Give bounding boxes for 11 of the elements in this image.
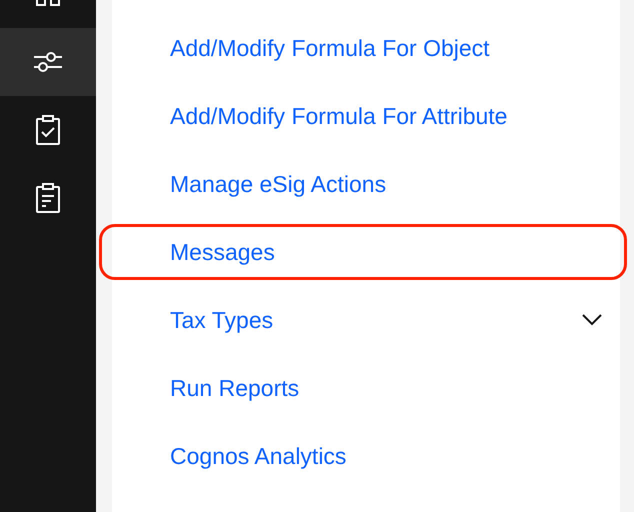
clipboard-icon	[35, 183, 61, 213]
menu-link[interactable]: Messages	[112, 218, 620, 286]
clipboard-check-icon	[35, 115, 61, 145]
rail-item[interactable]	[0, 28, 96, 96]
sliders-icon	[33, 49, 63, 75]
menu-link[interactable]: Manage eSig Actions	[112, 150, 620, 218]
menu-link[interactable]: Add/Modify Formula For Object	[112, 14, 620, 82]
menu-link[interactable]: Run Reports	[112, 354, 620, 422]
menu-link[interactable]: Add/Modify Formula For Attribute	[112, 82, 620, 150]
menu-link[interactable]: Cognos Analytics	[112, 422, 620, 490]
menu-link[interactable]: Tax Types	[112, 286, 620, 354]
